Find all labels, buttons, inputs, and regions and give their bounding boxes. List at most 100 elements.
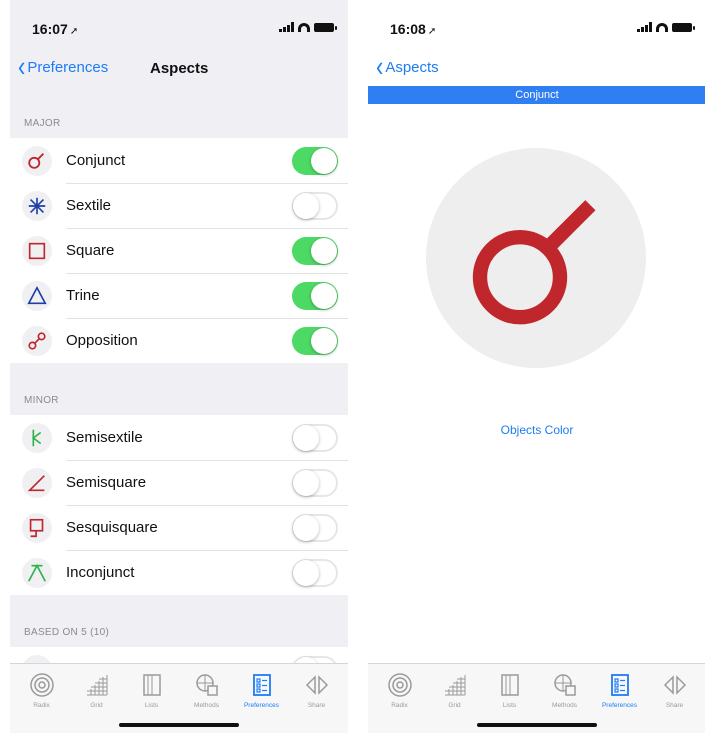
aspect-row[interactable]: Sextile: [10, 183, 348, 228]
tab-label: Preferences: [601, 702, 638, 709]
aspect-row[interactable]: Semisextile: [10, 415, 348, 460]
toggle-knob: [311, 327, 337, 354]
sesquisquare-icon: [29, 518, 44, 537]
aspect-toggle[interactable]: [292, 468, 338, 497]
tab-label: Lists: [502, 702, 517, 709]
battery-icon: [314, 22, 337, 32]
tab-lists[interactable]: Lists: [126, 664, 178, 716]
methods-icon: [553, 674, 576, 696]
status-bar: 16:07 ➚: [10, 0, 348, 42]
battery-icon: [672, 22, 695, 32]
conjunct-symbol-icon: [472, 200, 596, 325]
navigation-bar: ‹ Preferences Aspects: [10, 52, 348, 86]
signal-icon: [279, 22, 294, 32]
aspect-label: Conjunct: [66, 152, 126, 169]
back-button[interactable]: ‹ Aspects: [376, 52, 439, 81]
aspect-toggle[interactable]: [292, 326, 338, 355]
back-label: Aspects: [385, 58, 439, 76]
aspect-toggle[interactable]: [292, 513, 338, 542]
aspect-label: Square: [66, 242, 115, 259]
tab-methods[interactable]: Methods: [181, 664, 233, 716]
lists-icon: [142, 674, 161, 696]
aspect-row[interactable]: Conjunct: [10, 138, 348, 183]
tab-share[interactable]: Share: [649, 664, 701, 716]
tab-label: Radix: [33, 702, 50, 709]
conjunct-icon: [28, 152, 45, 169]
aspect-toggle[interactable]: [292, 236, 338, 265]
aspect-row[interactable]: Square: [10, 228, 348, 273]
home-indicator[interactable]: [477, 723, 597, 727]
tab-bar: Radix Grid Lists Methods Preferences Share: [368, 663, 705, 733]
trine-icon: [27, 285, 47, 304]
aspect-label: Semisextile: [66, 429, 143, 446]
tab-grid[interactable]: Grid: [429, 664, 481, 716]
aspect-row[interactable]: Decile: [10, 647, 348, 663]
aspect-icon-badge: [22, 467, 52, 498]
aspect-label: Sesquisquare: [66, 519, 158, 536]
sextile-icon: [28, 197, 46, 214]
tab-label: Lists: [144, 702, 159, 709]
selected-aspect-banner: Conjunct: [368, 86, 705, 104]
aspect-toggle[interactable]: [292, 423, 338, 452]
tab-preferences[interactable]: Preferences: [236, 664, 288, 716]
aspect-symbol-preview[interactable]: [426, 148, 646, 368]
tab-label: Radix: [391, 702, 408, 709]
aspect-icon-badge: [22, 145, 52, 176]
aspect-label: Trine: [66, 287, 100, 304]
aspect-row[interactable]: Semisquare: [10, 460, 348, 505]
aspect-toggle[interactable]: [292, 655, 338, 663]
location-icon: ➚: [69, 26, 79, 37]
section-header: MINOR: [24, 395, 59, 406]
aspect-icon-badge: [22, 557, 52, 588]
tab-grid[interactable]: Grid: [71, 664, 123, 716]
aspect-toggle[interactable]: [292, 146, 338, 175]
chevron-left-icon: ‹: [18, 50, 26, 83]
status-bar: 16:08 ➚: [368, 0, 705, 42]
aspect-icon-badge: [22, 512, 52, 543]
tab-share[interactable]: Share: [291, 664, 343, 716]
tab-label: Grid: [448, 702, 461, 709]
aspect-toggle[interactable]: [292, 191, 338, 220]
tab-bar: Radix Grid Lists Methods Preferences Share: [10, 663, 348, 733]
back-label: Preferences: [27, 58, 109, 76]
signal-icon: [637, 22, 652, 32]
wifi-icon: [298, 22, 310, 32]
aspects-table[interactable]: MAJOR Conjunct Sextile Square Trine Oppositio…: [10, 86, 348, 663]
toggle-knob: [311, 282, 337, 309]
location-icon: ➚: [427, 26, 437, 37]
aspect-row[interactable]: Sesquisquare: [10, 505, 348, 550]
back-button[interactable]: ‹ Preferences: [18, 50, 109, 83]
toggle-knob: [293, 514, 319, 541]
aspect-row[interactable]: Inconjunct: [10, 550, 348, 595]
aspect-row[interactable]: Trine: [10, 273, 348, 318]
aspect-row[interactable]: Opposition: [10, 318, 348, 363]
opposition-icon: [28, 331, 46, 350]
tab-methods[interactable]: Methods: [539, 664, 591, 716]
home-indicator[interactable]: [119, 723, 239, 727]
semisquare-icon: [27, 474, 45, 491]
preferences-icon: [252, 674, 271, 696]
toggle-knob: [293, 469, 319, 496]
page-title: Aspects: [150, 60, 209, 77]
section-header: MAJOR: [24, 118, 61, 129]
objects-color-link[interactable]: Objects Color: [368, 423, 705, 437]
section-header: BASED ON 5 (10): [24, 627, 110, 638]
aspect-icon-badge: [22, 190, 52, 221]
lists-icon: [500, 674, 519, 696]
tab-radix[interactable]: Radix: [16, 664, 68, 716]
aspect-toggle[interactable]: [292, 558, 338, 587]
share-icon: [305, 675, 328, 695]
tab-label: Share: [665, 702, 684, 709]
preferences-icon: [610, 674, 629, 696]
aspect-toggle[interactable]: [292, 281, 338, 310]
toggle-knob: [311, 147, 337, 174]
tab-label: Methods: [194, 702, 219, 709]
tab-preferences[interactable]: Preferences: [594, 664, 646, 716]
toggle-knob: [293, 424, 319, 451]
radix-icon: [29, 673, 54, 697]
tab-radix[interactable]: Radix: [374, 664, 426, 716]
aspect-label: Semisquare: [66, 474, 147, 491]
toggle-knob: [293, 192, 319, 219]
tab-lists[interactable]: Lists: [484, 664, 536, 716]
aspect-detail-screen: 16:08 ➚ ‹ Aspects Conjunct Objects Color R…: [368, 0, 705, 733]
